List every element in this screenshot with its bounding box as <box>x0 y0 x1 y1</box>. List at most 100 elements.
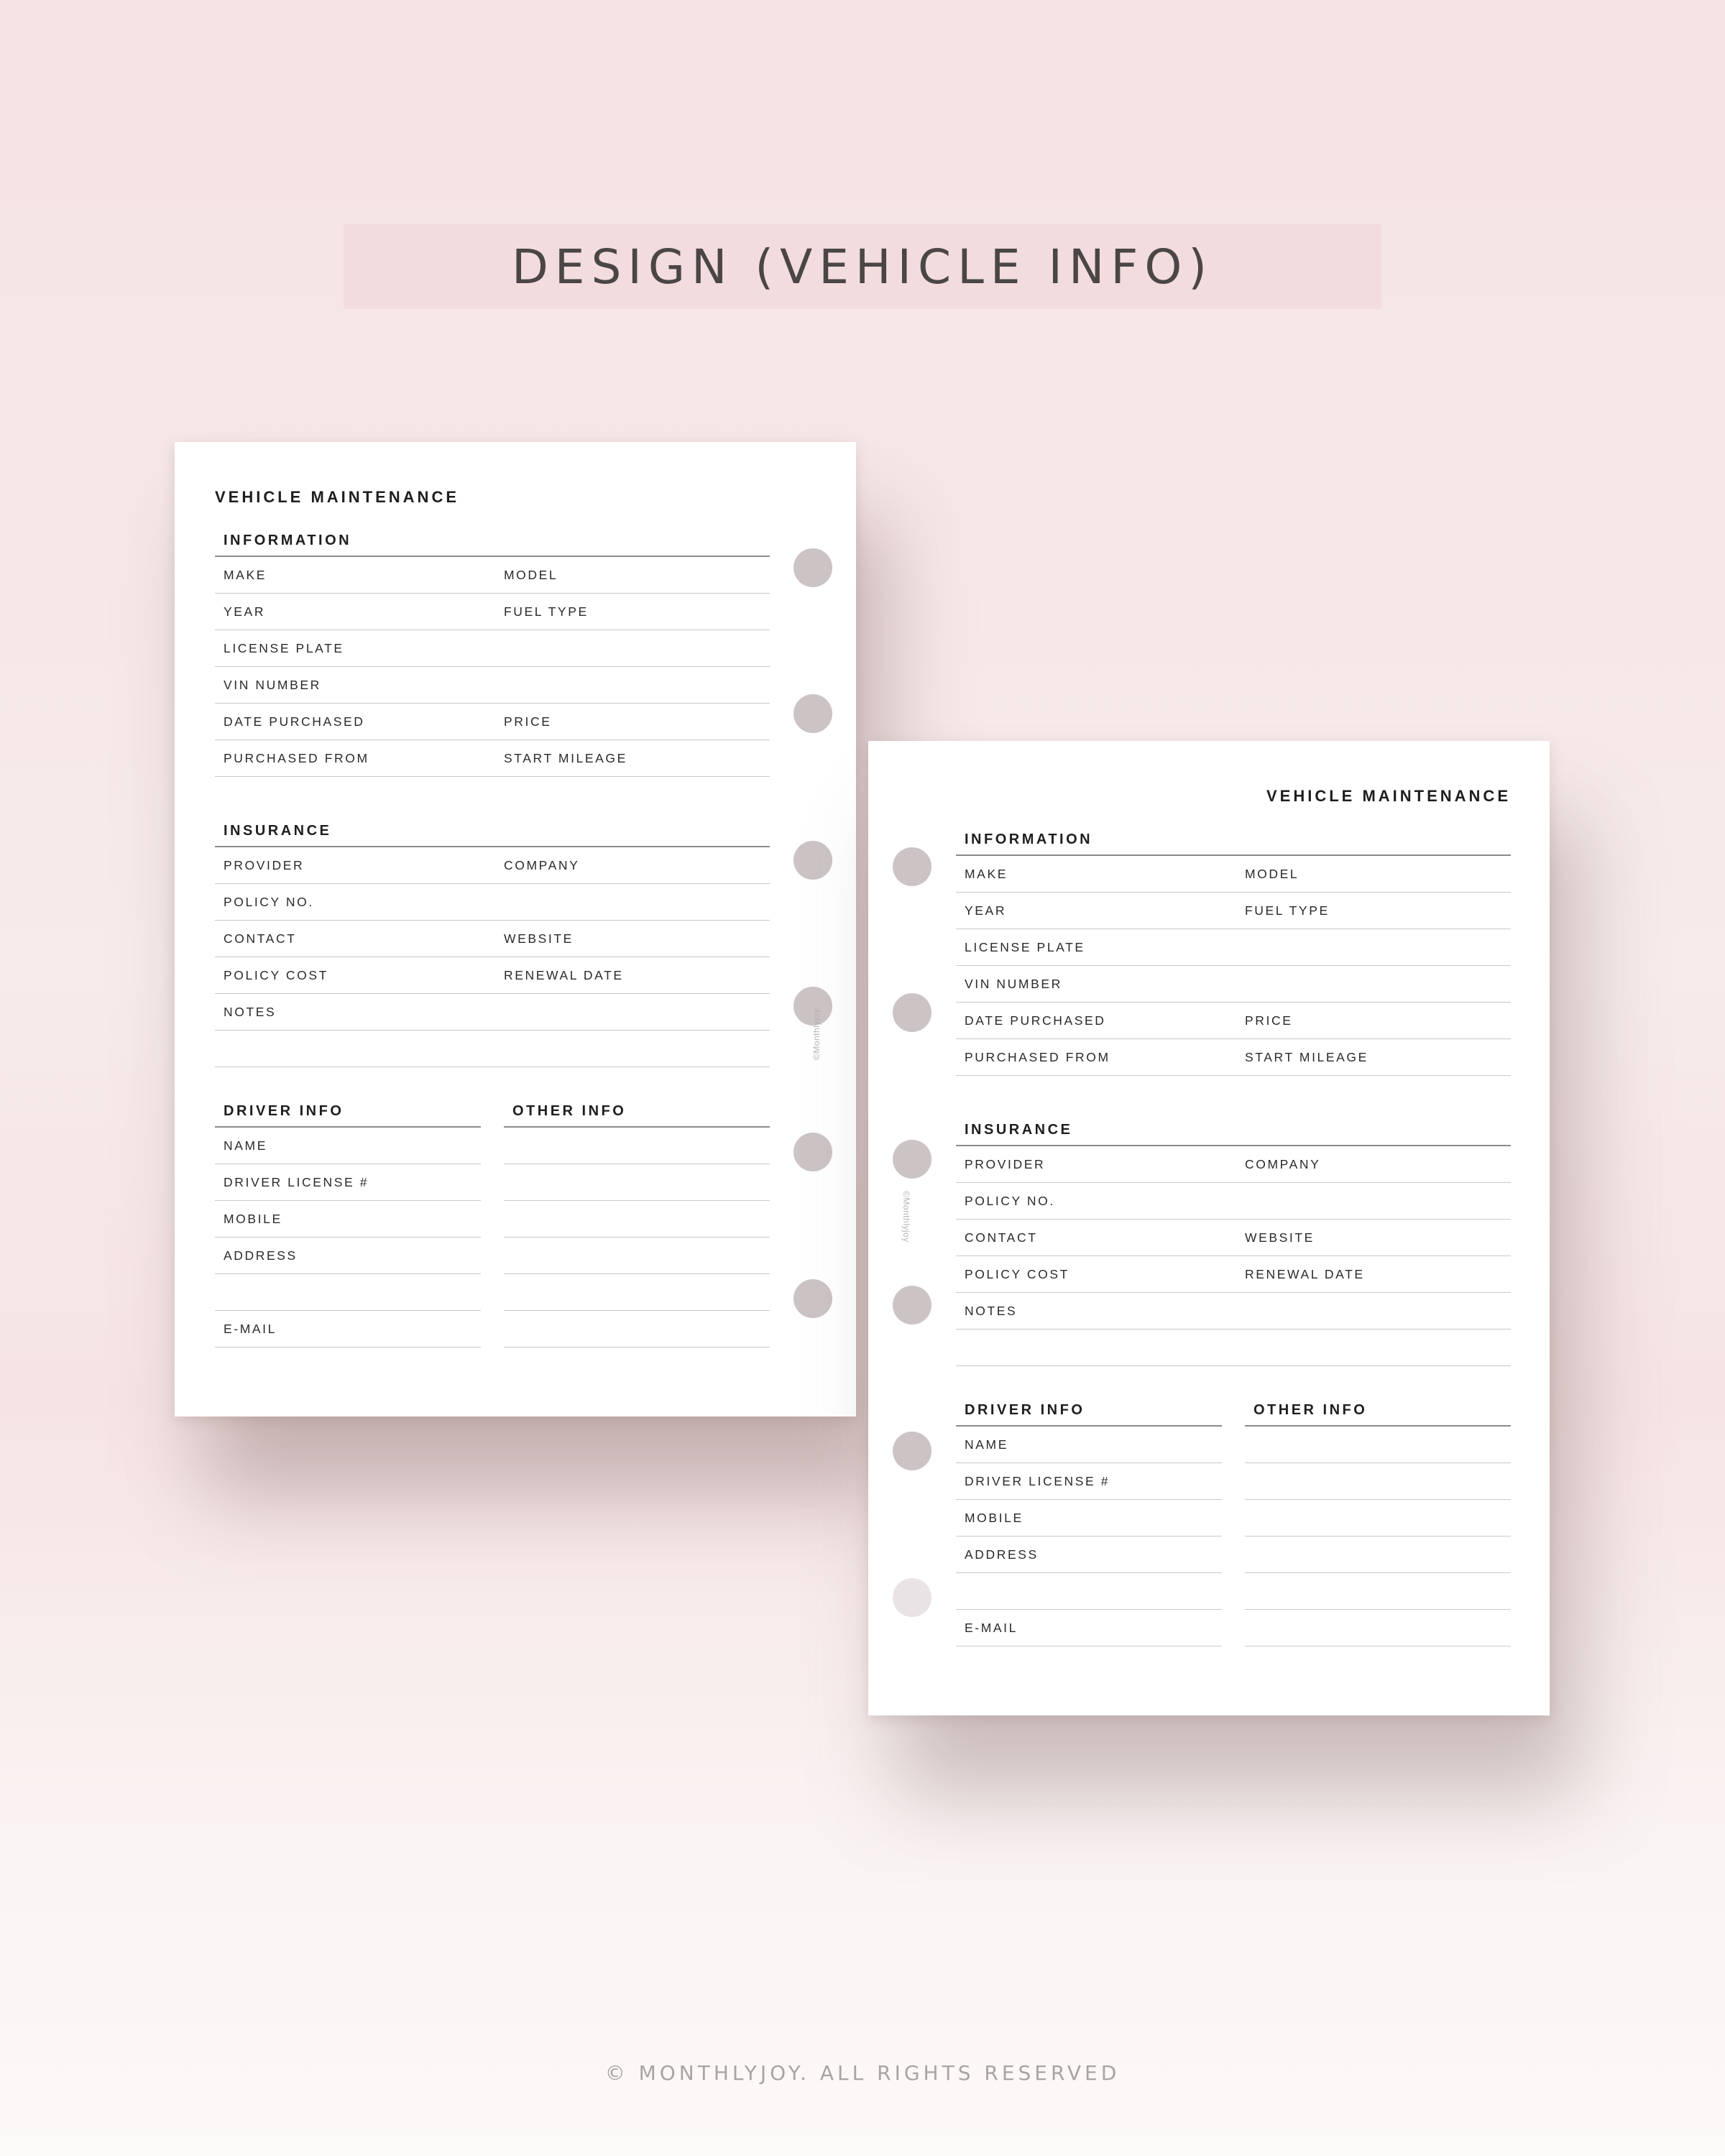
form-row[interactable]: ADDRESS <box>956 1537 1222 1573</box>
form-row[interactable]: MAKE MODEL <box>215 557 770 594</box>
field-label: E-MAIL <box>965 1620 1018 1635</box>
field-label: NOTES <box>965 1303 1018 1318</box>
field-label: CONTACT <box>224 931 297 946</box>
field-label: FUEL TYPE <box>1245 903 1330 918</box>
punch-hole <box>794 548 832 587</box>
form-row[interactable]: VIN NUMBER <box>215 667 770 704</box>
form-row[interactable]: VIN NUMBER <box>956 966 1511 1003</box>
blank-row[interactable] <box>1245 1537 1511 1573</box>
form-row[interactable]: NAME <box>215 1128 481 1164</box>
field-label: DATE PURCHASED <box>965 1013 1106 1028</box>
form-row[interactable]: E-MAIL <box>215 1311 481 1348</box>
field-label: CONTACT <box>965 1230 1038 1245</box>
blank-row[interactable] <box>504 1164 770 1201</box>
form-row[interactable]: PURCHASED FROM START MILEAGE <box>956 1039 1511 1076</box>
field-label: NAME <box>224 1138 267 1153</box>
credit-text: ©Monthlyjoy <box>811 1008 822 1060</box>
form-row[interactable]: POLICY COST RENEWAL DATE <box>215 957 770 994</box>
punch-hole <box>893 1578 932 1617</box>
field-label: START MILEAGE <box>504 750 627 765</box>
blank-row[interactable] <box>504 1274 770 1311</box>
form-row[interactable]: CONTACT WEBSITE <box>956 1220 1511 1256</box>
form-row[interactable]: MOBILE <box>956 1500 1222 1537</box>
field-label: DRIVER LICENSE # <box>965 1473 1110 1488</box>
form-row[interactable]: LICENSE PLATE <box>215 630 770 667</box>
blank-row[interactable] <box>1245 1427 1511 1463</box>
section-title: INSURANCE <box>215 820 770 847</box>
punch-hole <box>893 993 932 1032</box>
field-label: POLICY NO. <box>224 894 314 909</box>
form-row[interactable]: DRIVER LICENSE # <box>215 1164 481 1201</box>
form-row[interactable] <box>215 1274 481 1311</box>
punch-hole <box>794 694 832 733</box>
field-label: NAME <box>965 1437 1008 1452</box>
form-row[interactable]: PROVIDER COMPANY <box>215 847 770 884</box>
section-title: OTHER INFO <box>1245 1399 1511 1427</box>
planner-page-right: ©Monthlyjoy VEHICLE MAINTENANCE INFORMAT… <box>868 741 1550 1715</box>
copyright-footer: © MONTHLYJOY. ALL RIGHTS RESERVED <box>604 2061 1121 2085</box>
field-label: MODEL <box>1245 866 1300 881</box>
punch-hole <box>893 847 932 886</box>
punch-hole <box>893 1286 932 1325</box>
vehicle-form: VEHICLE MAINTENANCE INFORMATION MAKE MODE… <box>215 488 770 1348</box>
blank-row[interactable] <box>504 1128 770 1164</box>
contacts-section: DRIVER INFO NAME DRIVER LICENSE # MOBILE… <box>956 1399 1511 1646</box>
form-row[interactable]: POLICY NO. <box>215 884 770 921</box>
planner-page-left: ©Monthlyjoy VEHICLE MAINTENANCE INFORMAT… <box>175 442 856 1416</box>
field-label: RENEWAL DATE <box>504 967 624 982</box>
form-row[interactable]: DATE PURCHASED PRICE <box>956 1003 1511 1039</box>
other-info-column: OTHER INFO <box>1245 1399 1511 1646</box>
blank-row[interactable] <box>504 1311 770 1348</box>
form-row[interactable]: NOTES <box>215 994 770 1031</box>
title-banner: DESIGN (VEHICLE INFO) <box>344 224 1381 309</box>
form-row[interactable]: NAME <box>956 1427 1222 1463</box>
field-label: LICENSE PLATE <box>965 939 1085 954</box>
information-section: INFORMATION MAKE MODEL YEAR FUEL TYPE LICE… <box>956 829 1511 1076</box>
driver-info-column: DRIVER INFO NAME DRIVER LICENSE # MOBILE… <box>956 1399 1222 1646</box>
form-row[interactable]: POLICY COST RENEWAL DATE <box>956 1256 1511 1293</box>
field-label: POLICY COST <box>224 967 328 982</box>
form-row[interactable]: MOBILE <box>215 1201 481 1238</box>
field-label: PROVIDER <box>965 1156 1046 1171</box>
form-row[interactable]: PURCHASED FROM START MILEAGE <box>215 740 770 777</box>
blank-row[interactable] <box>504 1238 770 1274</box>
form-row[interactable]: POLICY NO. <box>956 1183 1511 1220</box>
form-row[interactable]: YEAR FUEL TYPE <box>956 893 1511 929</box>
form-row[interactable]: NOTES <box>956 1293 1511 1330</box>
field-label: PRICE <box>1245 1013 1293 1028</box>
form-row[interactable] <box>956 1573 1222 1610</box>
form-row[interactable]: E-MAIL <box>956 1610 1222 1646</box>
blank-row[interactable] <box>504 1201 770 1238</box>
section-title: DRIVER INFO <box>215 1100 481 1128</box>
form-title: VEHICLE MAINTENANCE <box>215 488 460 506</box>
form-row[interactable]: DATE PURCHASED PRICE <box>215 704 770 740</box>
blank-row[interactable] <box>1245 1500 1511 1537</box>
field-label: MOBILE <box>224 1211 282 1226</box>
blank-row[interactable] <box>1245 1463 1511 1500</box>
form-row[interactable]: CONTACT WEBSITE <box>215 921 770 957</box>
form-row[interactable]: DRIVER LICENSE # <box>956 1463 1222 1500</box>
form-row[interactable]: LICENSE PLATE <box>956 929 1511 966</box>
field-label: POLICY COST <box>965 1266 1070 1281</box>
other-info-column: OTHER INFO <box>504 1100 770 1348</box>
field-label: MODEL <box>504 567 558 582</box>
form-row[interactable] <box>215 1031 770 1067</box>
field-label: MOBILE <box>965 1510 1024 1525</box>
form-row[interactable]: PROVIDER COMPANY <box>956 1146 1511 1183</box>
contacts-section: DRIVER INFO NAME DRIVER LICENSE # MOBILE… <box>215 1100 770 1348</box>
form-row[interactable] <box>956 1330 1511 1366</box>
form-row[interactable]: MAKE MODEL <box>956 856 1511 893</box>
field-label: YEAR <box>224 604 266 619</box>
information-section: INFORMATION MAKE MODEL YEAR FUEL TYPE LICE… <box>215 530 770 777</box>
field-label: E-MAIL <box>224 1321 277 1336</box>
field-label: PURCHASED FROM <box>965 1049 1110 1064</box>
form-row[interactable]: YEAR FUEL TYPE <box>215 594 770 630</box>
form-row[interactable]: ADDRESS <box>215 1238 481 1274</box>
field-label: MAKE <box>965 866 1008 881</box>
section-title: INFORMATION <box>215 530 770 557</box>
insurance-section: INSURANCE PROVIDER COMPANY POLICY NO. CON… <box>956 1119 1511 1366</box>
field-label: ADDRESS <box>224 1248 298 1263</box>
blank-row[interactable] <box>1245 1610 1511 1646</box>
blank-row[interactable] <box>1245 1573 1511 1610</box>
field-label: YEAR <box>965 903 1007 918</box>
